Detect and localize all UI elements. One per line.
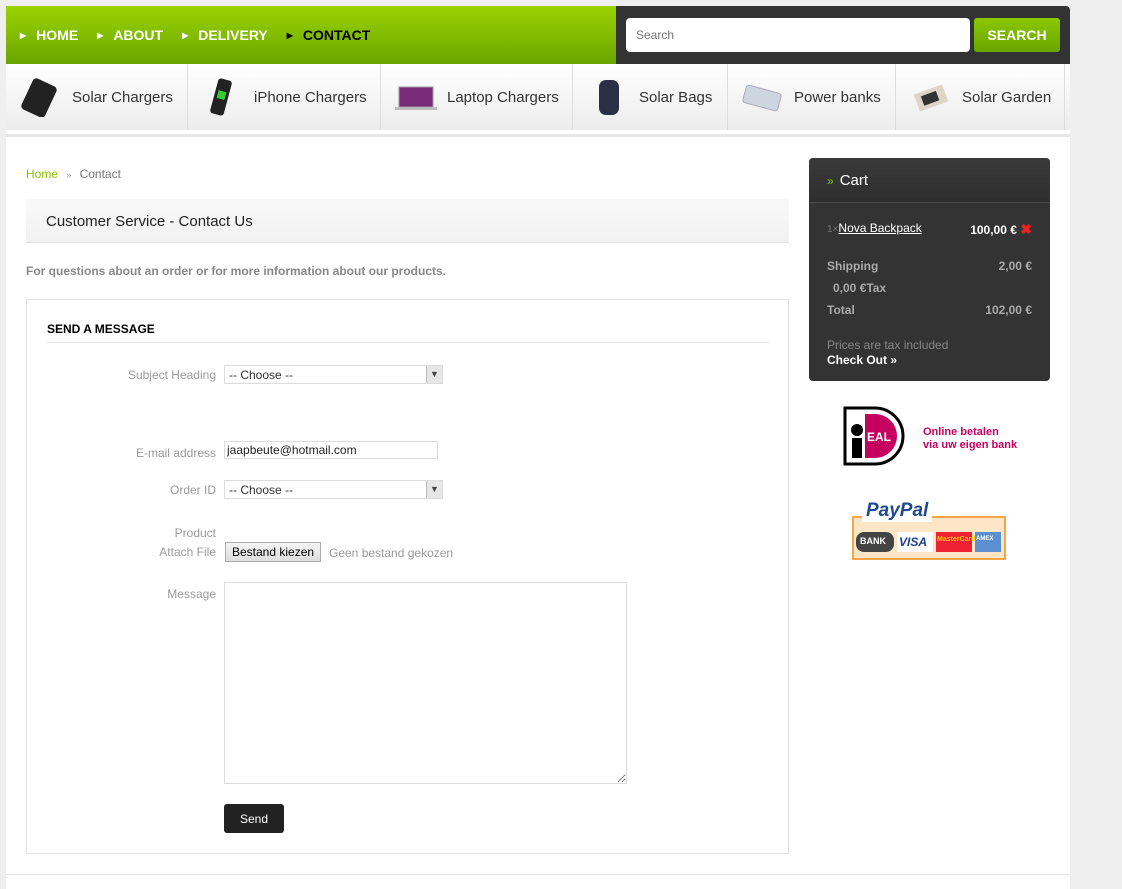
- order-label: Order ID: [169, 483, 216, 497]
- page-title: Customer Service - Contact Us: [26, 199, 789, 243]
- top-bar: ▶ HOME ▶ ABOUT ▶ DELIVERY ▶ CONTACT SEARCH: [6, 6, 1070, 64]
- main-nav: ▶ HOME ▶ ABOUT ▶ DELIVERY ▶ CONTACT: [6, 6, 616, 64]
- category-solar-chargers[interactable]: Solar Chargers: [6, 64, 188, 130]
- breadcrumb-current: Contact: [79, 167, 121, 181]
- nav-home[interactable]: ▶ HOME: [20, 27, 78, 43]
- form-heading: SEND A MESSAGE: [47, 322, 155, 336]
- select-value: -- Choose --: [229, 483, 294, 497]
- attach-label: Attach File: [159, 545, 216, 559]
- category-bar: Solar Chargers iPhone Chargers Laptop Ch…: [6, 64, 1070, 130]
- nav-label: HOME: [36, 27, 79, 43]
- checkout-link[interactable]: Check Out »: [827, 353, 897, 367]
- solar-charger-icon: [18, 77, 64, 117]
- cart-item: 1×Nova Backpack 100,00 € ✖: [827, 221, 1032, 238]
- category-label: Solar Bags: [639, 88, 713, 106]
- arrow-icon: ▶: [20, 30, 27, 40]
- file-status: Geen bestand gekozen: [329, 546, 454, 560]
- shipping-label: Shipping: [827, 259, 879, 273]
- total-label: Total: [827, 303, 855, 317]
- breadcrumb-home[interactable]: Home: [26, 167, 58, 181]
- intro-text: For questions about an order or for more…: [26, 264, 447, 278]
- product-label: Product: [174, 526, 216, 540]
- svg-text:EAL: EAL: [867, 430, 891, 444]
- nav-contact[interactable]: ▶ CONTACT: [287, 27, 371, 43]
- chevron-right-icon: »: [827, 174, 834, 188]
- divider: [47, 342, 769, 343]
- total-value: 102,00 €: [985, 303, 1032, 317]
- shipping-value: 2,00 €: [998, 259, 1032, 273]
- backpack-icon: [585, 77, 631, 117]
- message-textarea[interactable]: [224, 582, 627, 784]
- cart-panel: » Cart 1×Nova Backpack 100,00 € ✖ Shipping…: [809, 158, 1050, 381]
- tax-row: 0,00 €Tax: [833, 281, 1032, 295]
- category-label: Solar Chargers: [72, 88, 173, 106]
- breadcrumb: Home » Contact: [26, 167, 121, 181]
- divider: [6, 874, 1070, 875]
- subject-label: Subject Heading: [127, 368, 216, 382]
- email-field[interactable]: [224, 441, 438, 459]
- arrow-icon: ▶: [97, 30, 104, 40]
- subject-select[interactable]: -- Choose -- ▼: [224, 365, 443, 384]
- category-label: Power banks: [794, 88, 881, 106]
- choose-file-button[interactable]: Bestand kiezen: [225, 542, 322, 562]
- arrow-icon: ▶: [182, 30, 189, 40]
- nav-label: DELIVERY: [198, 27, 268, 43]
- item-link[interactable]: Nova Backpack: [838, 221, 921, 235]
- item-price: 100,00 €: [970, 223, 1017, 237]
- send-button[interactable]: Send: [224, 804, 284, 833]
- solar-garden-icon: [908, 77, 954, 117]
- breadcrumb-separator: »: [66, 170, 72, 181]
- shipping-row: Shipping 2,00 €: [827, 259, 1032, 273]
- ideal-text: Online betalen: [923, 426, 999, 438]
- email-label: E-mail address: [135, 446, 216, 460]
- order-select[interactable]: -- Choose -- ▼: [224, 480, 443, 499]
- laptop-icon: [393, 77, 439, 117]
- ideal-logo: EAL Online betalen via uw eigen bank: [843, 406, 1023, 468]
- nav-delivery[interactable]: ▶ DELIVERY: [182, 27, 268, 43]
- search-button[interactable]: SEARCH: [974, 18, 1060, 52]
- power-bank-icon: [740, 77, 786, 117]
- total-row: Total 102,00 €: [827, 303, 1032, 317]
- category-label: iPhone Chargers: [254, 88, 367, 106]
- arrow-icon: ▶: [286, 30, 293, 40]
- search-input[interactable]: [626, 18, 970, 52]
- category-power-banks[interactable]: Power banks: [728, 64, 896, 130]
- category-laptop-chargers[interactable]: Laptop Chargers: [381, 64, 573, 130]
- iphone-charger-icon: [200, 77, 246, 117]
- item-qty: 1×: [827, 224, 839, 235]
- contact-form: SEND A MESSAGE Subject Heading -- Choose…: [26, 299, 789, 854]
- select-value: -- Choose --: [229, 368, 294, 382]
- cart-header: » Cart: [809, 158, 1050, 203]
- chevron-down-icon: ▼: [426, 366, 442, 383]
- category-solar-garden[interactable]: Solar Garden: [896, 64, 1065, 130]
- category-label: Solar Garden: [962, 88, 1052, 106]
- nav-label: CONTACT: [302, 27, 371, 43]
- paypal-logo: PayPal BANK VISA MasterCard AMEX: [852, 500, 1006, 560]
- category-iphone-chargers[interactable]: iPhone Chargers: [188, 64, 381, 130]
- page: ▶ HOME ▶ ABOUT ▶ DELIVERY ▶ CONTACT SEARCH S…: [6, 6, 1070, 889]
- ideal-text: via uw eigen bank: [923, 439, 1018, 451]
- tax-value: 0,00 €Tax: [833, 281, 887, 295]
- cart-title: Cart: [839, 172, 869, 189]
- divider: [6, 134, 1070, 137]
- nav-label: ABOUT: [113, 27, 164, 43]
- tax-note: Prices are tax included: [827, 338, 949, 352]
- category-label: Laptop Chargers: [447, 88, 559, 106]
- message-label: Message: [167, 587, 216, 601]
- category-solar-bags[interactable]: Solar Bags: [573, 64, 728, 130]
- chevron-down-icon: ▼: [426, 481, 442, 498]
- remove-icon[interactable]: ✖: [1020, 221, 1032, 237]
- nav-about[interactable]: ▶ ABOUT: [97, 27, 163, 43]
